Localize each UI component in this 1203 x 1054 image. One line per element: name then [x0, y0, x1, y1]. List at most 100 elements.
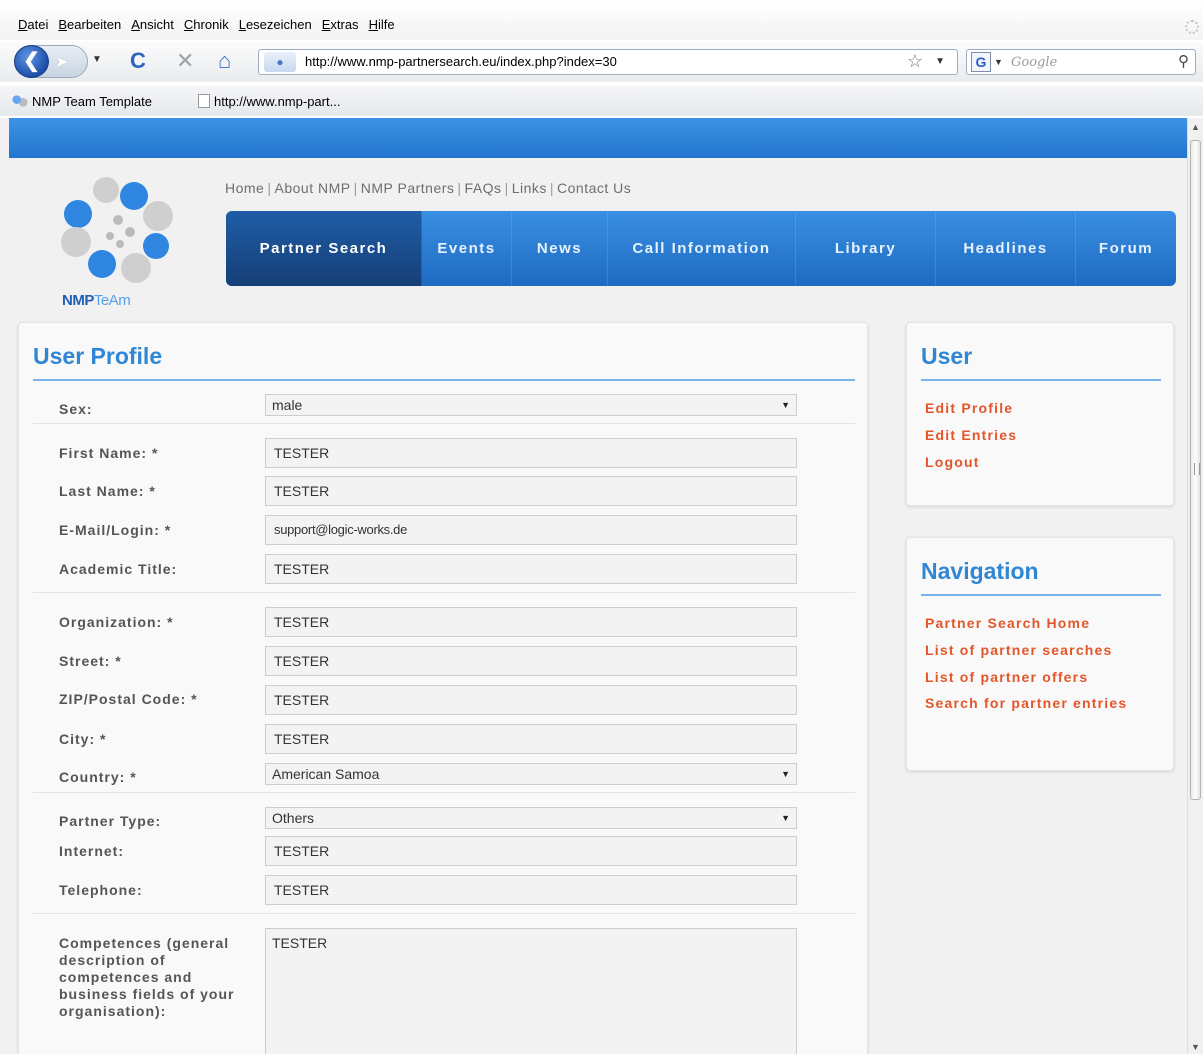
page-viewport: NMPTeAm Home | About NMP | NMP Partners | FAQs…	[0, 118, 1187, 1054]
title-divider	[33, 379, 855, 381]
url-text[interactable]: http://www.nmp-partnersearch.eu/index.ph…	[305, 54, 617, 69]
logo-text: NMPTeAm	[62, 292, 131, 309]
menu-lesezeichen[interactable]: Lesezeichen	[239, 17, 312, 35]
list-partner-searches-link[interactable]: List of partner searches	[925, 642, 1113, 658]
bookmark-nmp-team-template[interactable]: NMP Team Template	[12, 94, 152, 109]
country-select[interactable]: American Samoa ▼	[265, 763, 797, 785]
menu-hilfe[interactable]: Hilfe	[369, 17, 395, 35]
chevron-down-icon: ▼	[781, 813, 790, 823]
list-partner-offers-link[interactable]: List of partner offers	[925, 669, 1088, 685]
menu-chronik[interactable]: Chronik	[184, 17, 229, 35]
search-input[interactable]: Google	[1011, 55, 1057, 70]
link-about-nmp[interactable]: About NMP	[275, 180, 351, 196]
organization-field[interactable]: TESTER	[265, 607, 797, 637]
main-nav: Partner Search Events News Call Informat…	[226, 211, 1176, 286]
first-name-label: First Name: *	[59, 445, 159, 461]
logo-text-dark: NMP	[62, 292, 94, 309]
scroll-thumb[interactable]	[1190, 140, 1201, 800]
back-button[interactable]: ❮	[14, 45, 49, 78]
google-engine-icon[interactable]: G	[971, 52, 991, 72]
link-home[interactable]: Home	[225, 180, 264, 196]
telephone-field[interactable]: TESTER	[265, 875, 797, 905]
link-contact-us[interactable]: Contact Us	[557, 180, 631, 196]
bookmark-nmp-part[interactable]: http://www.nmp-part...	[198, 94, 340, 109]
sex-label: Sex:	[59, 401, 93, 417]
search-icon[interactable]: ⚲	[1178, 52, 1189, 70]
edit-entries-link[interactable]: Edit Entries	[925, 427, 1017, 443]
sex-value: male	[272, 397, 303, 413]
grip-icon	[1194, 463, 1200, 475]
reload-icon[interactable]: C	[130, 48, 146, 74]
link-nmp-partners[interactable]: NMP Partners	[361, 180, 455, 196]
nav-tab-events[interactable]: Events	[422, 211, 512, 286]
url-dropdown-icon[interactable]: ▼	[935, 56, 945, 67]
nav-tab-headlines[interactable]: Headlines	[936, 211, 1076, 286]
scroll-up-icon[interactable]: ▲	[1191, 122, 1200, 132]
nav-tab-partner-search[interactable]: Partner Search	[226, 211, 422, 286]
scroll-down-icon[interactable]: ▼	[1191, 1042, 1200, 1052]
search-partner-entries-link[interactable]: Search for partner entries	[925, 691, 1155, 715]
browser-navbar: ❮ ➤ ▼ C ✕ ⌂ ● http://www.nmp-partnersear…	[0, 42, 1203, 82]
telephone-label: Telephone:	[59, 882, 143, 898]
logout-link[interactable]: Logout	[925, 454, 980, 470]
logo-graphic-icon	[61, 177, 173, 283]
bookmark-label: NMP Team Template	[32, 94, 152, 109]
title-divider	[921, 379, 1161, 381]
link-faqs[interactable]: FAQs	[465, 180, 502, 196]
email-field[interactable]: support@logic-works.de	[265, 515, 797, 545]
top-links: Home | About NMP | NMP Partners | FAQs | Links | C…	[225, 180, 632, 196]
first-name-field[interactable]: TESTER	[265, 438, 797, 468]
city-label: City: *	[59, 731, 107, 747]
home-icon[interactable]: ⌂	[218, 48, 231, 74]
engine-dropdown-icon[interactable]: ▼	[994, 57, 1003, 67]
history-dropdown-icon[interactable]: ▼	[92, 54, 102, 65]
user-panel: User Edit Profile Edit Entries Logout	[906, 322, 1174, 506]
nav-tab-call-information[interactable]: Call Information	[608, 211, 796, 286]
bookmark-star-icon[interactable]: ☆	[907, 51, 923, 72]
street-field[interactable]: TESTER	[265, 646, 797, 676]
street-label: Street: *	[59, 653, 122, 669]
menu-datei[interactable]: Datei	[18, 17, 48, 35]
zip-field[interactable]: TESTER	[265, 685, 797, 715]
user-profile-panel: User Profile Sex: male ▼ First Name: * TE…	[18, 322, 868, 1054]
internet-label: Internet:	[59, 843, 124, 859]
site-identity-icon[interactable]: ●	[264, 52, 296, 72]
menu-bearbeiten[interactable]: Bearbeiten	[58, 17, 121, 35]
country-label: Country: *	[59, 769, 137, 785]
nav-tab-news[interactable]: News	[512, 211, 608, 286]
last-name-label: Last Name: *	[59, 483, 156, 499]
nav-tab-forum[interactable]: Forum	[1076, 211, 1176, 286]
internet-field[interactable]: TESTER	[265, 836, 797, 866]
last-name-field[interactable]: TESTER	[265, 476, 797, 506]
title-divider	[921, 594, 1161, 596]
partner-search-home-link[interactable]: Partner Search Home	[925, 615, 1090, 631]
menu-extras[interactable]: Extras	[322, 17, 359, 35]
partner-type-label: Partner Type:	[59, 813, 162, 829]
academic-title-field[interactable]: TESTER	[265, 554, 797, 584]
search-bar[interactable]: G ▼ Google ⚲	[966, 49, 1196, 75]
throbber-icon	[1185, 20, 1199, 34]
divider	[33, 792, 855, 793]
country-value: American Samoa	[272, 766, 380, 782]
organization-label: Organization: *	[59, 614, 174, 630]
user-panel-title: User	[921, 343, 973, 369]
competences-textarea[interactable]: TESTER	[265, 928, 797, 1054]
url-bar[interactable]: ● http://www.nmp-partnersearch.eu/index.…	[258, 49, 958, 75]
divider	[33, 913, 855, 914]
bookmarks-bar: NMP Team Template http://www.nmp-part...	[0, 86, 1203, 116]
divider	[33, 592, 855, 593]
nav-tab-library[interactable]: Library	[796, 211, 936, 286]
nmp-favicon-icon	[12, 94, 28, 108]
city-field[interactable]: TESTER	[265, 724, 797, 754]
nmp-team-logo[interactable]: NMPTeAm	[58, 176, 178, 312]
link-links[interactable]: Links	[512, 180, 547, 196]
header-band	[9, 118, 1187, 158]
menu-ansicht[interactable]: Ansicht	[131, 17, 174, 35]
forward-button[interactable]: ➤	[55, 52, 68, 72]
edit-profile-link[interactable]: Edit Profile	[925, 400, 1013, 416]
stop-icon[interactable]: ✕	[176, 48, 194, 74]
partner-type-select[interactable]: Others ▼	[265, 807, 797, 829]
chevron-down-icon: ▼	[781, 769, 790, 779]
sex-select[interactable]: male ▼	[265, 394, 797, 416]
page-scrollbar[interactable]: ▲ ▼	[1187, 118, 1203, 1054]
